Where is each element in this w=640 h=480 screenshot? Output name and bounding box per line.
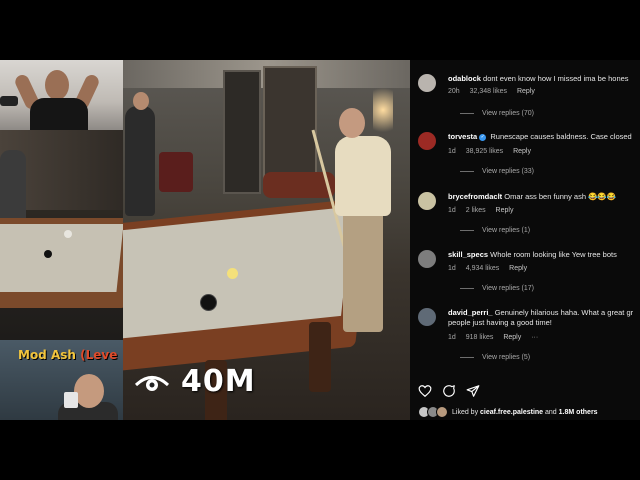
comments-panel[interactable]: odablock dont even know how I missed ima… xyxy=(410,60,640,420)
eight-ball xyxy=(200,294,217,311)
liked-by-user[interactable]: cieaf.free.palestine xyxy=(480,409,543,416)
share-icon[interactable] xyxy=(466,384,480,398)
comment-time: 1d xyxy=(448,334,456,341)
mug xyxy=(64,392,78,408)
avatar[interactable] xyxy=(418,74,436,92)
comment-text: Omar ass ben funny ash 😂😂😂 xyxy=(504,192,617,201)
celebrating-player xyxy=(311,108,395,338)
reply-button[interactable]: Reply xyxy=(496,207,514,214)
view-replies-button[interactable]: View replies (1) xyxy=(460,227,530,234)
stream-frame: Mod Ash (Leve 40M odablock dont even kno… xyxy=(0,60,640,420)
comment-likes[interactable]: 918 likes xyxy=(466,334,494,341)
comment-likes[interactable]: 2 likes xyxy=(466,207,486,214)
comment-text: Runescape causes baldness. Case closed xyxy=(490,132,632,141)
comment-time: 1d xyxy=(448,207,456,214)
comment-time: 1d xyxy=(448,265,456,272)
reply-button[interactable]: Reply xyxy=(509,265,527,272)
comment-username[interactable]: skill_specs xyxy=(448,250,488,259)
reply-button[interactable]: Reply xyxy=(503,334,521,341)
comment-username[interactable]: odablock xyxy=(448,74,481,83)
avatar[interactable] xyxy=(418,308,436,326)
main-video[interactable]: 40M xyxy=(123,60,410,420)
webcam-label-level: (Leve xyxy=(80,348,118,362)
microphone xyxy=(0,96,18,106)
reply-button[interactable]: Reply xyxy=(517,88,535,95)
eye-icon xyxy=(134,376,170,391)
liked-by: Liked by cieaf.free.palestine and 1.8M o… xyxy=(418,406,598,418)
more-options-icon[interactable]: ··· xyxy=(531,334,538,341)
liked-by-prefix: Liked by xyxy=(452,408,479,416)
comment-username[interactable]: torvesta xyxy=(448,132,477,141)
video-crop xyxy=(0,130,123,340)
comment-icon[interactable] xyxy=(442,384,456,398)
verified-icon: ✓ xyxy=(479,133,487,141)
view-replies-button[interactable]: View replies (17) xyxy=(460,285,534,292)
liked-by-others[interactable]: 1.8M others xyxy=(559,409,598,416)
comment-likes[interactable]: 32,348 likes xyxy=(470,88,507,95)
comment-likes[interactable]: 4,934 likes xyxy=(466,265,499,272)
liker-avatar xyxy=(436,406,448,418)
heart-icon[interactable] xyxy=(418,384,432,398)
view-replies-button[interactable]: View replies (5) xyxy=(460,354,530,361)
comment-text: dont even know how I missed ima be hones xyxy=(483,74,629,83)
webcam-label: Mod Ash (Leve xyxy=(18,348,117,362)
reply-button[interactable]: Reply xyxy=(513,148,531,155)
comment-time: 20h xyxy=(448,88,460,95)
yellow-ball xyxy=(227,268,238,279)
view-replies-button[interactable]: View replies (70) xyxy=(460,110,534,117)
background-person xyxy=(125,92,155,216)
view-replies-button[interactable]: View replies (33) xyxy=(460,168,534,175)
avatar[interactable] xyxy=(418,192,436,210)
webcam-label-name: Mod Ash xyxy=(18,348,76,362)
view-count-value: 40M xyxy=(181,363,256,399)
liked-by-and: and xyxy=(545,408,557,416)
avatar[interactable] xyxy=(418,132,436,150)
action-bar xyxy=(418,384,480,398)
comment-text: Whole room looking like Yew tree bots xyxy=(490,250,617,259)
comment-username[interactable]: david_perri_ xyxy=(448,308,493,317)
view-count: 40M xyxy=(133,363,256,399)
comment-likes[interactable]: 38,925 likes xyxy=(466,148,503,155)
comment-time: 1d xyxy=(448,148,456,155)
streamer-webcam xyxy=(0,60,123,130)
comment-username[interactable]: brycefromdaclt xyxy=(448,192,502,201)
mod-ash-webcam: Mod Ash (Leve xyxy=(0,340,123,420)
avatar[interactable] xyxy=(418,250,436,268)
